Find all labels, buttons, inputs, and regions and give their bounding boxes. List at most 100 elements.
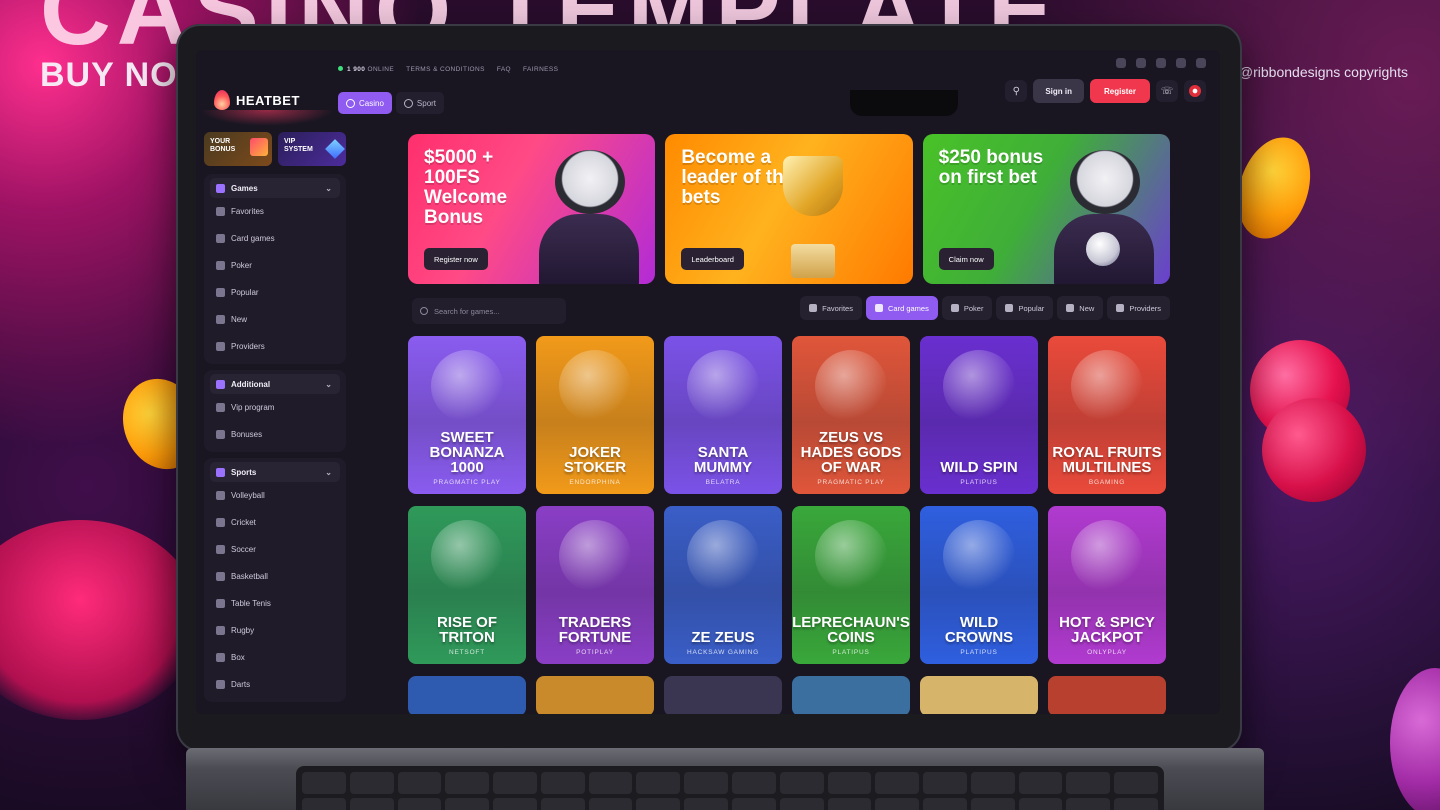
sidebar-item-popular[interactable]: Popular [210, 279, 340, 306]
filter-row: Search for games... Favorites Card games… [408, 294, 1170, 326]
brand-logo[interactable]: HEATBET [214, 90, 300, 110]
game-tile[interactable] [792, 676, 910, 714]
game-tile[interactable] [1048, 676, 1166, 714]
sidebar-item-new[interactable]: New [210, 306, 340, 333]
rocket-icon [1005, 304, 1014, 312]
sidebar-item-poker[interactable]: Poker [210, 252, 340, 279]
game-tile[interactable] [536, 676, 654, 714]
top-bar: HEATBET 1 900 ONLINE TERMS & CONDITIONS … [196, 50, 1220, 126]
spade-icon [950, 304, 959, 312]
support-headset-icon[interactable]: ☏ [1156, 80, 1178, 102]
register-now-button[interactable]: Register now [424, 248, 488, 270]
leaderboard-button[interactable]: Leaderboard [681, 248, 744, 270]
chip-poker[interactable]: Poker [941, 296, 993, 320]
language-icon[interactable] [1184, 80, 1206, 102]
chip-providers[interactable]: Providers [1107, 296, 1170, 320]
game-tile[interactable]: SWEET BONANZA 1000 PRAGMATIC PLAY [408, 336, 526, 494]
sidebar-promos: YOUR BONUS VIP SYSTEM [204, 132, 346, 166]
faq-link[interactable]: FAQ [497, 66, 511, 73]
sidebar-additional-header[interactable]: Additional ⌄ [210, 374, 340, 394]
banner-welcome-bonus[interactable]: $5000 + 100FS Welcome Bonus Register now [408, 134, 656, 284]
game-title: LEPRECHAUN'S COINS [792, 614, 910, 646]
game-title: ROYAL FRUITS MULTILINES [1052, 444, 1162, 476]
online-indicator: 1 900 ONLINE [338, 66, 394, 73]
game-tile[interactable]: JOKER STOKER ENDORPHINA [536, 336, 654, 494]
sidebar-item-providers[interactable]: Providers [210, 333, 340, 360]
game-tile[interactable] [408, 676, 526, 714]
panda-illustration [539, 214, 640, 284]
game-tile[interactable] [664, 676, 782, 714]
tab-casino[interactable]: Casino [338, 92, 392, 114]
terms-link[interactable]: TERMS & CONDITIONS [406, 66, 485, 73]
cards-icon [216, 234, 225, 243]
chip-card-games[interactable]: Card games [865, 296, 938, 320]
game-title: ZEUS VS HADES GODS OF WAR [800, 429, 902, 476]
discord-icon[interactable] [1116, 58, 1126, 68]
your-bonus-card[interactable]: YOUR BONUS [204, 132, 272, 166]
sidebar-item-volleyball[interactable]: Volleyball [210, 482, 340, 509]
game-tile[interactable]: WILD SPIN PLATIPUS [920, 336, 1038, 494]
sidebar-item-darts[interactable]: Darts [210, 671, 340, 698]
game-tile[interactable]: ZE ZEUS HACKSAW GAMING [664, 506, 782, 664]
banner-first-bet[interactable]: $250 bonus on first bet Claim now [922, 134, 1170, 284]
sidebar-item-card-games[interactable]: Card games [210, 225, 340, 252]
fairness-link[interactable]: FAIRNESS [523, 66, 558, 73]
mode-tabs: Casino Sport [338, 92, 445, 114]
search-input[interactable]: Search for games... [412, 298, 566, 324]
game-provider: HACKSAW GAMING [687, 649, 759, 656]
tab-sport[interactable]: Sport [395, 92, 445, 114]
register-button[interactable]: Register [1089, 79, 1150, 103]
game-artwork [687, 520, 759, 592]
sidebar-additional-group: Additional ⌄ Vip program Bonuses [204, 370, 346, 452]
sidebar-games-header[interactable]: Games ⌄ [210, 178, 340, 198]
instagram-icon[interactable] [1176, 58, 1186, 68]
sidebar-item-favorites[interactable]: Favorites [210, 198, 340, 225]
chip-favorites[interactable]: Favorites [800, 296, 862, 320]
sign-in-button[interactable]: Sign in [1033, 79, 1084, 103]
game-artwork [815, 520, 887, 592]
sidebar-sports-header[interactable]: Sports ⌄ [210, 462, 340, 482]
sidebar-item-table-tenis[interactable]: Table Tenis [210, 590, 340, 617]
banner-leaderboard[interactable]: Become a leader of the bets Leaderboard [665, 134, 913, 284]
vip-system-card[interactable]: VIP SYSTEM [278, 132, 346, 166]
game-provider: ONLYPLAY [1087, 649, 1127, 656]
tiktok-icon[interactable] [1196, 58, 1206, 68]
sidebar-item-vip-program[interactable]: Vip program [210, 394, 340, 421]
sidebar-item-rugby[interactable]: Rugby [210, 617, 340, 644]
chip-popular[interactable]: Popular [996, 296, 1054, 320]
game-title: SWEET BONANZA 1000 [429, 429, 505, 476]
game-artwork [687, 350, 759, 422]
game-tile[interactable]: WILD CROWNS PLATIPUS [920, 506, 1038, 664]
grid-icon [216, 342, 225, 351]
game-tile[interactable]: ZEUS VS HADES GODS OF WAR PRAGMATIC PLAY [792, 336, 910, 494]
youtube-icon[interactable] [1136, 58, 1146, 68]
telegram-icon[interactable] [1156, 58, 1166, 68]
sidebar-item-box[interactable]: Box [210, 644, 340, 671]
sidebar-item-soccer[interactable]: Soccer [210, 536, 340, 563]
logo-glow [200, 110, 334, 126]
banner-title: $5000 + 100FS Welcome Bonus [424, 147, 508, 228]
cricket-icon [216, 518, 225, 527]
sidebar-item-basketball[interactable]: Basketball [210, 563, 340, 590]
claim-now-button[interactable]: Claim now [938, 248, 994, 270]
game-tile[interactable]: ROYAL FRUITS MULTILINES BGAMING [1048, 336, 1166, 494]
brand-name: HEATBET [236, 92, 300, 108]
game-tile[interactable]: HOT & SPICY JACKPOT ONLYPLAY [1048, 506, 1166, 664]
game-artwork [1071, 520, 1143, 592]
top-links: 1 900 ONLINE TERMS & CONDITIONS FAQ FAIR… [338, 66, 558, 73]
game-title: WILD SPIN [940, 459, 1018, 476]
game-provider: PLATIPUS [960, 649, 998, 656]
panda-illustration [555, 150, 626, 214]
game-tile[interactable]: TRADERS FORTUNE POTIPLAY [536, 506, 654, 664]
game-tile[interactable]: LEPRECHAUN'S COINS PLATIPUS [792, 506, 910, 664]
soccer-icon [216, 545, 225, 554]
search-icon[interactable]: ⚲ [1005, 80, 1028, 102]
banner-title: $250 bonus on first bet [938, 147, 1044, 188]
game-tile[interactable]: RISE OF TRITON NETSOFT [408, 506, 526, 664]
sidebar-item-bonuses[interactable]: Bonuses [210, 421, 340, 448]
game-tile[interactable]: SANTA MUMMY BELATRA [664, 336, 782, 494]
trophy-illustration [782, 156, 843, 216]
chip-new[interactable]: New [1057, 296, 1104, 320]
game-tile[interactable] [920, 676, 1038, 714]
sidebar-item-cricket[interactable]: Cricket [210, 509, 340, 536]
